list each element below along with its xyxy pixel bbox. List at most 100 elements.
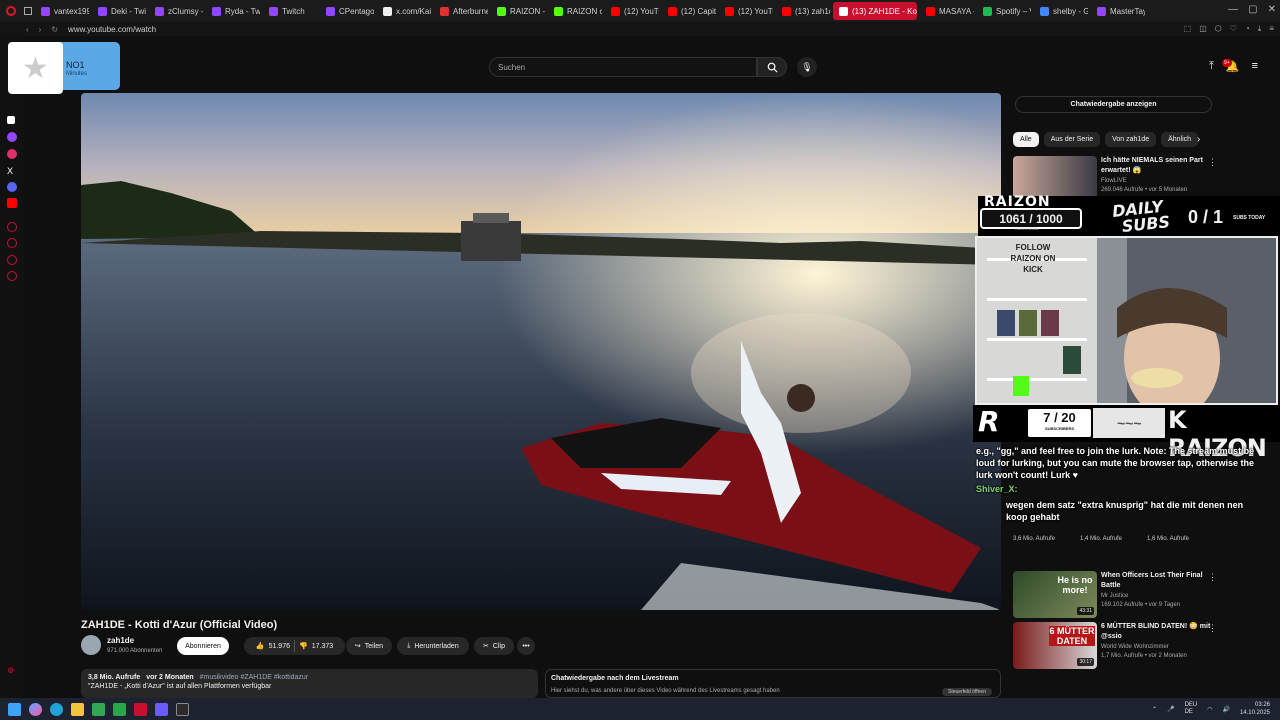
browser-tab[interactable]: (12) YouTub: [605, 2, 659, 20]
browser-logo-icon[interactable]: [6, 6, 16, 16]
url-field[interactable]: www.youtube.com/watch: [68, 25, 156, 34]
thumbnail-text: 6 MÜTTER DATEN: [1049, 626, 1095, 646]
short-item[interactable]: 1,4 Mio. Aufrufe: [1080, 535, 1122, 544]
sidebar-tool-icon[interactable]: [7, 238, 17, 248]
account-icon[interactable]: ≡: [1252, 60, 1258, 73]
like-button[interactable]: 👍 51.976: [256, 642, 290, 651]
browser-tab[interactable]: zClumsy - T: [149, 2, 203, 20]
short-item[interactable]: 3,6 Mio. Aufrufe: [1013, 535, 1055, 544]
browser-tab[interactable]: MasterTay -: [1091, 2, 1145, 20]
share-button[interactable]: ↪ Teilen: [346, 637, 392, 655]
browser-tab[interactable]: (13) zah1de: [776, 2, 830, 20]
download-icon[interactable]: ⤓: [1258, 24, 1262, 34]
language-indicator[interactable]: DEU DE: [1185, 702, 1198, 716]
search-button[interactable]: [757, 57, 787, 77]
chat-replay-subtitle: Hier siehst du, was andere über dieses V…: [551, 688, 780, 694]
instagram-icon[interactable]: [7, 149, 17, 159]
chip-all[interactable]: Alle: [1013, 132, 1039, 147]
youtube-icon[interactable]: [7, 198, 17, 208]
app-icon[interactable]: [113, 702, 126, 716]
clock[interactable]: 03:26 14.10.2025: [1240, 701, 1270, 717]
chip-channel[interactable]: Von zah1de: [1105, 132, 1157, 147]
back-icon[interactable]: ‹: [26, 25, 29, 34]
minimize-icon[interactable]: —: [1228, 4, 1238, 15]
notification-card[interactable]: ★ NO1 Minutes: [8, 42, 120, 94]
sidebar-tool-icon[interactable]: [7, 255, 17, 265]
obs-icon[interactable]: [176, 702, 189, 716]
browser-tab[interactable]: shelby - Go: [1034, 2, 1088, 20]
tab-favicon-icon: [326, 6, 335, 16]
menu-icon[interactable]: ≡: [1269, 24, 1274, 34]
more-vert-icon[interactable]: ⋮: [1208, 157, 1217, 168]
browser-tab[interactable]: (12) Capitol: [662, 2, 716, 20]
video-player[interactable]: [81, 93, 1001, 610]
subscribe-button[interactable]: Abonnieren: [177, 637, 229, 655]
short-item[interactable]: 1,6 Mio. Aufrufe: [1147, 535, 1189, 544]
edge-icon[interactable]: [50, 702, 63, 716]
description-box[interactable]: 3,8 Mio. Aufrufe vor 2 Monaten #musikvid…: [81, 669, 538, 698]
browser-tab[interactable]: (13) ZAH1DE - Kott: [833, 2, 917, 20]
more-vert-icon[interactable]: ⋮: [1208, 623, 1217, 634]
browser-tab[interactable]: vantex1994: [35, 2, 89, 20]
copilot-icon[interactable]: [29, 702, 42, 716]
more-actions-button[interactable]: •••: [517, 637, 535, 655]
settings-icon[interactable]: ⚙: [7, 666, 14, 675]
extension-icon[interactable]: ⬚: [1184, 24, 1192, 34]
recommendation-item[interactable]: 6 MÜTTER DATEN 30:17 6 MÜTTER BLIND DATE…: [1013, 622, 1243, 672]
chip-series[interactable]: Aus der Serie: [1043, 132, 1101, 147]
close-icon[interactable]: ✕: [1268, 4, 1276, 15]
header-actions: ⤒ 🔔 ≡: [1209, 60, 1258, 73]
history-icon[interactable]: ◔: [1245, 24, 1250, 34]
maximize-icon[interactable]: ▢: [1248, 4, 1257, 15]
browser-tab[interactable]: RAIZON - Ki: [491, 2, 545, 20]
mic-icon[interactable]: 🎤: [1167, 706, 1174, 713]
chat-replay-toggle[interactable]: Steuerfeld öffnen: [942, 688, 992, 696]
discord-taskbar-icon[interactable]: [155, 702, 168, 716]
chip-similar[interactable]: Ähnlich: [1161, 132, 1199, 147]
browser-taskbar-icon[interactable]: [134, 702, 147, 716]
tray-chevron-icon[interactable]: ⌃: [1152, 706, 1157, 713]
browser-tab[interactable]: Afterburner: [434, 2, 488, 20]
x-icon[interactable]: X: [7, 166, 13, 176]
windows-start-icon[interactable]: [8, 702, 21, 716]
wifi-icon[interactable]: ◠: [1207, 706, 1212, 713]
clip-button[interactable]: ✂ Clip: [474, 637, 514, 655]
volume-icon[interactable]: 🔊: [1222, 706, 1229, 713]
sidebar-tool-icon[interactable]: [7, 222, 17, 232]
browser-tab[interactable]: Deki - Twit: [92, 2, 146, 20]
discord-icon[interactable]: [7, 182, 17, 192]
show-chat-replay-button[interactable]: Chatwiedergabe anzeigen: [1015, 96, 1212, 113]
search-input[interactable]: Suchen: [489, 57, 757, 77]
recommendation-item[interactable]: He is no more! 43:31 When Officers Lost …: [1013, 571, 1243, 621]
workspace-icon[interactable]: [24, 7, 32, 15]
heart-icon[interactable]: ♡: [1230, 24, 1237, 34]
sidebar-tool-icon[interactable]: [7, 271, 17, 281]
browser-tab[interactable]: (12) YouTub: [719, 2, 773, 20]
hashtags[interactable]: #musikvideo #ZAH1DE #kottidazur: [200, 674, 309, 681]
video-duration: 30:17: [1077, 658, 1094, 666]
browser-tab[interactable]: Twitch: [263, 2, 317, 20]
upload-icon[interactable]: ⤒: [1209, 60, 1214, 73]
chevron-right-icon[interactable]: ›: [1197, 134, 1200, 145]
browser-tab[interactable]: x.com/Kai L: [377, 2, 431, 20]
store-icon[interactable]: [92, 702, 105, 716]
tiktok-icon[interactable]: [7, 116, 15, 124]
voice-search-button[interactable]: 🎙: [797, 57, 817, 77]
forward-icon[interactable]: ›: [39, 25, 42, 34]
extension-icon[interactable]: ◫: [1199, 24, 1207, 34]
reload-icon[interactable]: ↻: [51, 25, 58, 34]
browser-tab[interactable]: RAIZON clip: [548, 2, 602, 20]
browser-tab[interactable]: Ryda - Twitc: [206, 2, 260, 20]
browser-tab[interactable]: Spotify – Vo: [977, 2, 1031, 20]
more-vert-icon[interactable]: ⋮: [1208, 572, 1217, 583]
browser-tab[interactable]: CPentagon: [320, 2, 374, 20]
channel-avatar[interactable]: [81, 635, 101, 655]
twitch-icon[interactable]: [7, 132, 17, 142]
browser-tab[interactable]: MASAYA - Y: [920, 2, 974, 20]
dislike-button[interactable]: 👎 17.373: [299, 642, 333, 651]
channel-name[interactable]: zah1de: [107, 636, 134, 645]
folder-icon[interactable]: [71, 702, 84, 716]
video-duration: 43:31: [1077, 607, 1094, 615]
download-button[interactable]: ⤓ Herunterladen: [397, 637, 469, 655]
extension-icon[interactable]: ⬡: [1215, 24, 1222, 34]
